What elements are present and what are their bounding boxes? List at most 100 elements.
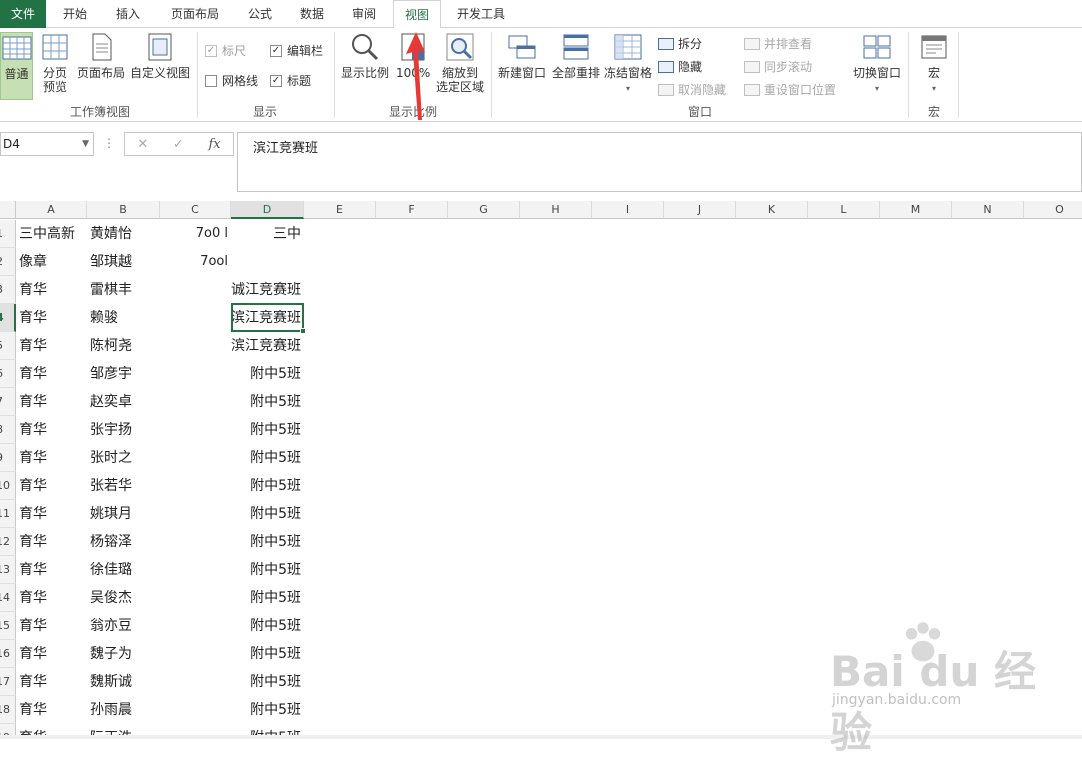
cell-a13[interactable]: 育华: [19, 556, 91, 584]
row-header[interactable]: 5: [0, 332, 16, 360]
cell-a18[interactable]: 育华: [19, 696, 91, 724]
cell-a1[interactable]: 三中高新: [19, 220, 91, 248]
split-button[interactable]: 拆分: [658, 35, 702, 52]
column-header-e[interactable]: E: [304, 201, 376, 219]
row-header[interactable]: 8: [0, 416, 16, 444]
cell-b13[interactable]: 徐佳璐: [90, 556, 160, 584]
chevron-down-icon[interactable]: ▼: [82, 133, 89, 155]
row-header[interactable]: 2: [0, 248, 16, 276]
cell-a11[interactable]: 育华: [19, 500, 91, 528]
cell-b1[interactable]: 黄婧怡: [90, 220, 160, 248]
cell-b18[interactable]: 孙雨晨: [90, 696, 160, 724]
row-header[interactable]: 4: [0, 304, 16, 332]
page-layout-view-button[interactable]: 页面布局: [76, 32, 126, 80]
cell-a10[interactable]: 育华: [19, 472, 91, 500]
row-header[interactable]: 15: [0, 612, 16, 640]
column-header-d[interactable]: D: [231, 201, 304, 219]
row-header[interactable]: 6: [0, 360, 16, 388]
row-header[interactable]: 13: [0, 556, 16, 584]
cell-a9[interactable]: 育华: [19, 444, 91, 472]
cell-b2[interactable]: 邹琪越: [90, 248, 160, 276]
enter-icon[interactable]: ✓: [173, 137, 184, 152]
column-header-m[interactable]: M: [880, 201, 952, 219]
cell-d1[interactable]: 三中: [201, 220, 304, 248]
sync-scroll-button[interactable]: 同步滚动: [744, 58, 812, 75]
cell-b9[interactable]: 张时之: [90, 444, 160, 472]
cell-d5[interactable]: 滨江竞赛班: [201, 332, 304, 360]
column-header-c[interactable]: C: [160, 201, 231, 219]
cell-d16[interactable]: 附中5班: [201, 640, 304, 668]
cell-d15[interactable]: 附中5班: [201, 612, 304, 640]
row-header[interactable]: 11: [0, 500, 16, 528]
reset-window-position-button[interactable]: 重设窗口位置: [744, 81, 836, 98]
gridlines-checkbox[interactable]: 网格线: [205, 72, 258, 89]
cell-b15[interactable]: 翁亦豆: [90, 612, 160, 640]
formula-bar-checkbox[interactable]: ✓ 编辑栏: [270, 42, 323, 59]
row-header[interactable]: 18: [0, 696, 16, 724]
switch-windows-button[interactable]: 切换窗口 ▾: [851, 32, 903, 96]
cell-d9[interactable]: 附中5班: [201, 444, 304, 472]
cell-a8[interactable]: 育华: [19, 416, 91, 444]
cell-a17[interactable]: 育华: [19, 668, 91, 696]
cell-d13[interactable]: 附中5班: [201, 556, 304, 584]
cell-a6[interactable]: 育华: [19, 360, 91, 388]
cell-b17[interactable]: 魏斯诚: [90, 668, 160, 696]
cell-d14[interactable]: 附中5班: [201, 584, 304, 612]
cell-b10[interactable]: 张若华: [90, 472, 160, 500]
select-all-button[interactable]: [0, 201, 16, 219]
arrange-all-button[interactable]: 全部重排: [550, 32, 602, 80]
column-header-f[interactable]: F: [376, 201, 448, 219]
cell-d6[interactable]: 附中5班: [201, 360, 304, 388]
column-header-o[interactable]: O: [1024, 201, 1082, 219]
ruler-checkbox[interactable]: ✓ 标尺: [205, 42, 246, 59]
tab-page-layout[interactable]: 页面布局: [158, 0, 232, 28]
cell-b4[interactable]: 赖骏: [90, 304, 160, 332]
cell-a12[interactable]: 育华: [19, 528, 91, 556]
worksheet-grid[interactable]: ABCDEFGHIJKLMNO1三中高新黄婧怡7o0 l三中2像章邹琪越7ool…: [0, 201, 1082, 739]
row-header[interactable]: 1: [0, 220, 16, 248]
cell-d17[interactable]: 附中5班: [201, 668, 304, 696]
cell-a3[interactable]: 育华: [19, 276, 91, 304]
tab-home[interactable]: 开始: [50, 0, 100, 28]
tab-review[interactable]: 审阅: [342, 0, 386, 28]
column-header-n[interactable]: N: [952, 201, 1024, 219]
cell-b14[interactable]: 吴俊杰: [90, 584, 160, 612]
cell-d3[interactable]: 诚江竞赛班: [201, 276, 304, 304]
normal-view-button[interactable]: 普通: [0, 32, 33, 100]
unhide-button[interactable]: 取消隐藏: [658, 81, 726, 98]
cell-b5[interactable]: 陈柯尧: [90, 332, 160, 360]
row-header[interactable]: 17: [0, 668, 16, 696]
row-header[interactable]: 14: [0, 584, 16, 612]
cell-a2[interactable]: 像章: [19, 248, 91, 276]
row-header[interactable]: 3: [0, 276, 16, 304]
new-window-button[interactable]: 新建窗口: [496, 32, 548, 80]
zoom-button[interactable]: 显示比例: [340, 32, 390, 80]
cell-b11[interactable]: 姚琪月: [90, 500, 160, 528]
row-header[interactable]: 16: [0, 640, 16, 668]
cell-b8[interactable]: 张宇扬: [90, 416, 160, 444]
formula-input[interactable]: 滨江竞赛班: [237, 132, 1082, 192]
cell-d10[interactable]: 附中5班: [201, 472, 304, 500]
column-header-a[interactable]: A: [16, 201, 87, 219]
tab-view[interactable]: 视图: [393, 0, 441, 29]
tab-formulas[interactable]: 公式: [238, 0, 282, 28]
row-header[interactable]: 12: [0, 528, 16, 556]
cell-a16[interactable]: 育华: [19, 640, 91, 668]
column-header-g[interactable]: G: [448, 201, 520, 219]
macros-button[interactable]: 宏 ▾: [916, 32, 952, 96]
custom-views-button[interactable]: 自定义视图: [129, 32, 191, 80]
freeze-panes-button[interactable]: 冻结窗格 ▾: [603, 32, 653, 96]
cell-a7[interactable]: 育华: [19, 388, 91, 416]
cell-b7[interactable]: 赵奕卓: [90, 388, 160, 416]
cell-d12[interactable]: 附中5班: [201, 528, 304, 556]
cell-b3[interactable]: 雷棋丰: [90, 276, 160, 304]
cell-d2[interactable]: [201, 248, 304, 276]
name-box[interactable]: D4 ▼: [0, 132, 94, 156]
cell-d11[interactable]: 附中5班: [201, 500, 304, 528]
row-header[interactable]: 7: [0, 388, 16, 416]
cell-d7[interactable]: 附中5班: [201, 388, 304, 416]
insert-function-icon[interactable]: fx: [208, 137, 220, 152]
row-header[interactable]: 10: [0, 472, 16, 500]
fill-handle[interactable]: [300, 328, 306, 334]
cell-a4[interactable]: 育华: [19, 304, 91, 332]
